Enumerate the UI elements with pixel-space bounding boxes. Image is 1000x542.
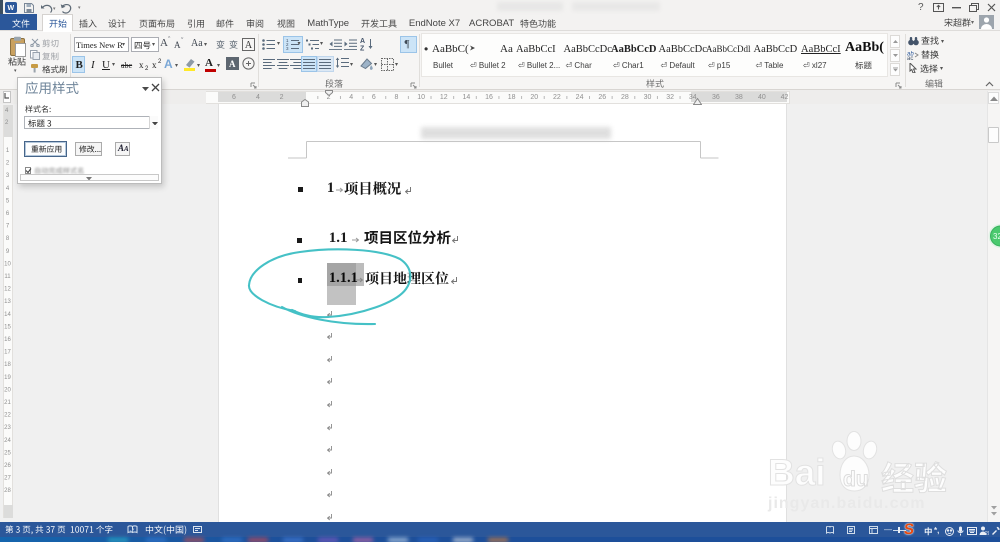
svg-text:14: 14: [4, 312, 11, 318]
svg-text:10: 10: [4, 261, 11, 267]
svg-text:1: 1: [6, 148, 10, 154]
svg-text:17: 17: [4, 350, 11, 356]
svg-text:11: 11: [4, 274, 11, 280]
svg-text:4: 4: [6, 186, 10, 192]
svg-text:26: 26: [4, 463, 11, 469]
svg-text:A: A: [360, 38, 365, 45]
svg-text:24: 24: [4, 438, 11, 444]
svg-text:15: 15: [4, 324, 11, 330]
svg-text:23: 23: [4, 425, 11, 431]
svg-text:7: 7: [6, 224, 10, 230]
svg-text:13: 13: [4, 299, 11, 305]
svg-text:A: A: [245, 40, 253, 51]
svg-text:12: 12: [4, 287, 11, 293]
svg-text:8: 8: [6, 236, 10, 242]
svg-text:28: 28: [4, 488, 11, 494]
svg-text:9: 9: [6, 249, 10, 255]
svg-text:20: 20: [4, 387, 11, 393]
svg-text:27: 27: [4, 476, 11, 482]
svg-text:2: 2: [6, 161, 10, 167]
svg-text:du: du: [843, 468, 869, 491]
svg-text:Z: Z: [360, 46, 365, 52]
svg-text:3: 3: [286, 46, 289, 51]
svg-text:32: 32: [993, 232, 1000, 241]
svg-text:18: 18: [4, 362, 11, 368]
svg-text:25: 25: [4, 450, 11, 456]
svg-text:21: 21: [4, 400, 11, 406]
svg-text:16: 16: [4, 337, 11, 343]
svg-text:6: 6: [6, 211, 10, 217]
svg-text:ac: ac: [907, 56, 913, 60]
svg-text:3: 3: [6, 173, 10, 179]
svg-text:5: 5: [6, 198, 10, 204]
svg-text:19: 19: [4, 375, 11, 381]
svg-text:20: 20: [985, 531, 989, 535]
svg-text:22: 22: [4, 413, 11, 419]
